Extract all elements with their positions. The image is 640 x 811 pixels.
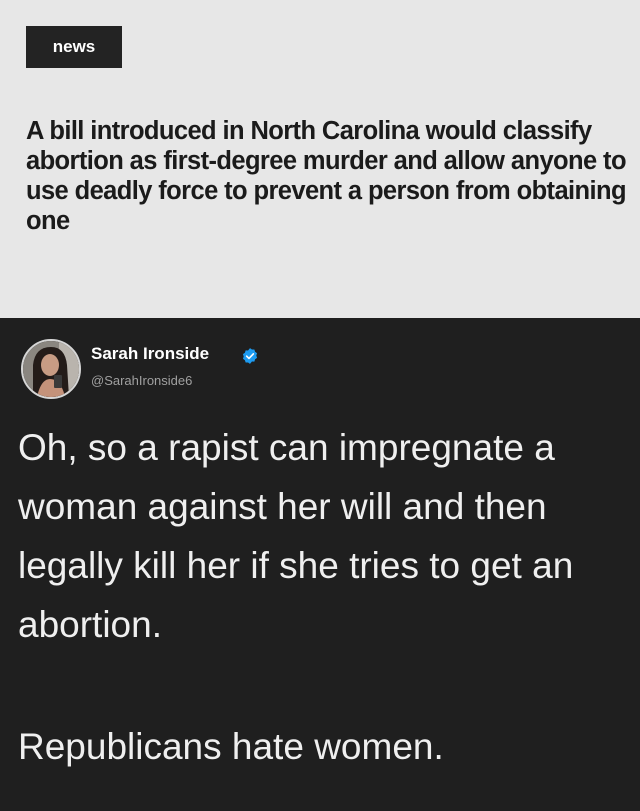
- avatar[interactable]: [21, 339, 81, 399]
- author-handle[interactable]: @SarahIronside6: [91, 373, 192, 388]
- tweet-text: Oh, so a rapist can impregnate a woman a…: [18, 427, 574, 645]
- avatar-photo-icon: [23, 341, 79, 397]
- tweet-card: Sarah Ironside @SarahIronside6 Oh, so a …: [0, 318, 640, 811]
- news-tag[interactable]: news: [26, 26, 122, 68]
- verified-badge-icon: [242, 348, 258, 364]
- news-card: news A bill introduced in North Carolina…: [0, 0, 640, 318]
- author-name[interactable]: Sarah Ironside: [91, 344, 209, 364]
- news-headline[interactable]: A bill introduced in North Carolina woul…: [26, 116, 627, 236]
- tweet-text-closing: Republicans hate women.: [18, 726, 444, 767]
